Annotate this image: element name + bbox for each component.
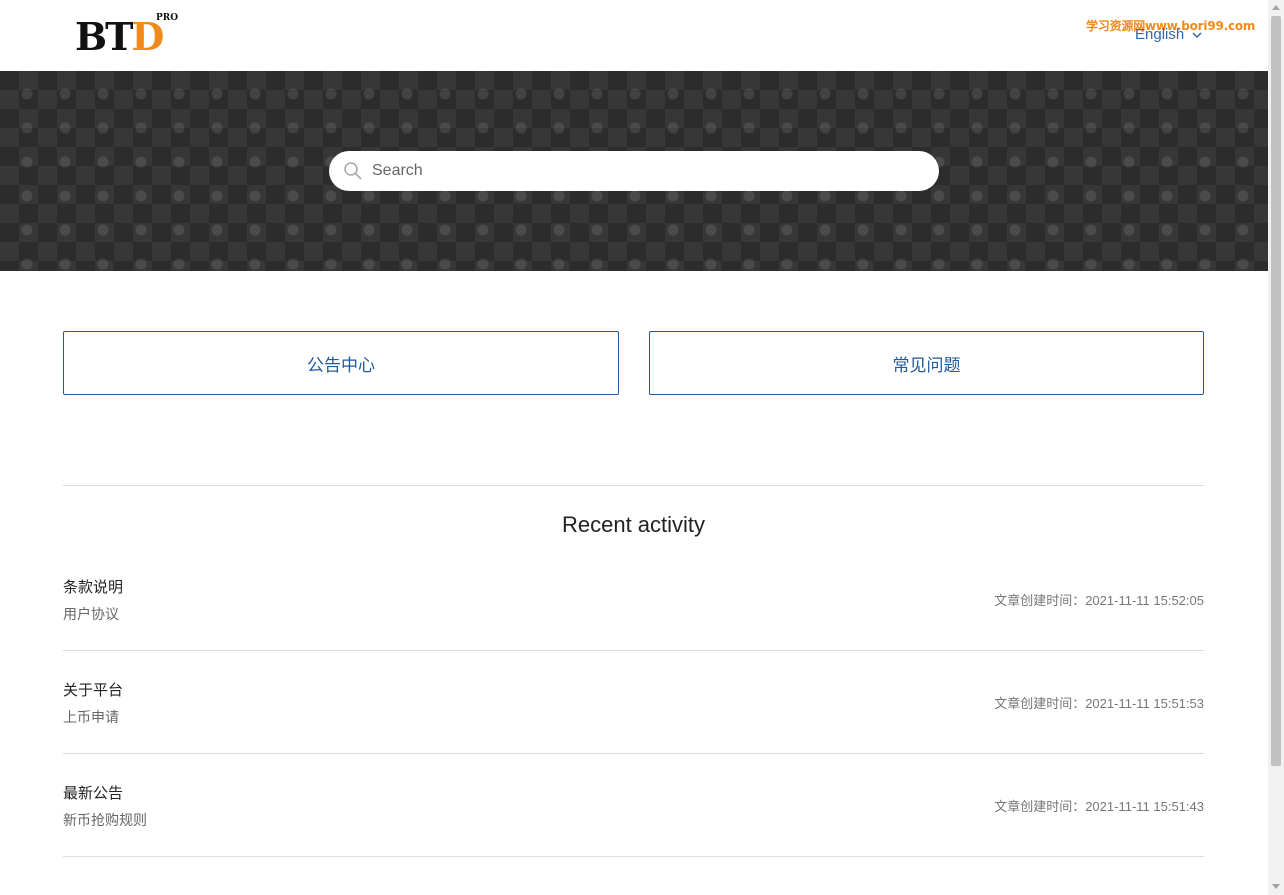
language-label: English: [1135, 26, 1185, 43]
activity-title[interactable]: 条款说明: [63, 576, 123, 597]
activity-timestamp: 文章创建时间：2021-11-11 15:51:53: [994, 696, 1204, 711]
category-label: 常见问题: [892, 355, 961, 376]
activity-timestamp: 文章创建时间：2021-11-11 15:52:05: [994, 593, 1204, 608]
search-icon: [344, 162, 362, 180]
recent-activity-heading: Recent activity: [561, 512, 706, 537]
hero-banner: [0, 71, 1268, 271]
site-logo[interactable]: BTD PRO: [75, 12, 185, 58]
logo-badge: PRO: [156, 13, 179, 23]
scrollbar-thumb[interactable]: [1271, 16, 1281, 766]
site-header: BTD PRO 学习资源网www.bori99.com English: [0, 0, 1268, 71]
search-input[interactable]: [370, 161, 894, 181]
scroll-down-arrow-icon[interactable]: [1272, 884, 1280, 889]
activity-article-link[interactable]: 新币抢购规则: [63, 810, 147, 830]
activity-article-link[interactable]: 上币申请: [63, 707, 119, 727]
search-bar[interactable]: [329, 151, 939, 191]
category-announcements[interactable]: 公告中心: [63, 331, 619, 395]
category-label: 公告中心: [307, 355, 375, 376]
language-selector[interactable]: English: [1135, 26, 1202, 43]
vertical-scrollbar[interactable]: [1268, 0, 1284, 895]
row-divider: [63, 650, 1204, 651]
chevron-down-icon: [1192, 32, 1202, 39]
activity-title[interactable]: 关于平台: [63, 679, 123, 700]
section-divider: [63, 485, 1204, 486]
category-faq[interactable]: 常见问题: [649, 331, 1204, 395]
logo-wordmark: BTD: [75, 18, 164, 56]
logo-text: BT: [75, 14, 133, 59]
scroll-up-arrow-icon[interactable]: [1272, 5, 1280, 10]
row-divider: [63, 856, 1204, 857]
activity-title[interactable]: 最新公告: [63, 782, 123, 803]
activity-timestamp: 文章创建时间：2021-11-11 15:51:43: [994, 799, 1204, 814]
row-divider: [63, 753, 1204, 754]
activity-article-link[interactable]: 用户协议: [63, 604, 119, 624]
